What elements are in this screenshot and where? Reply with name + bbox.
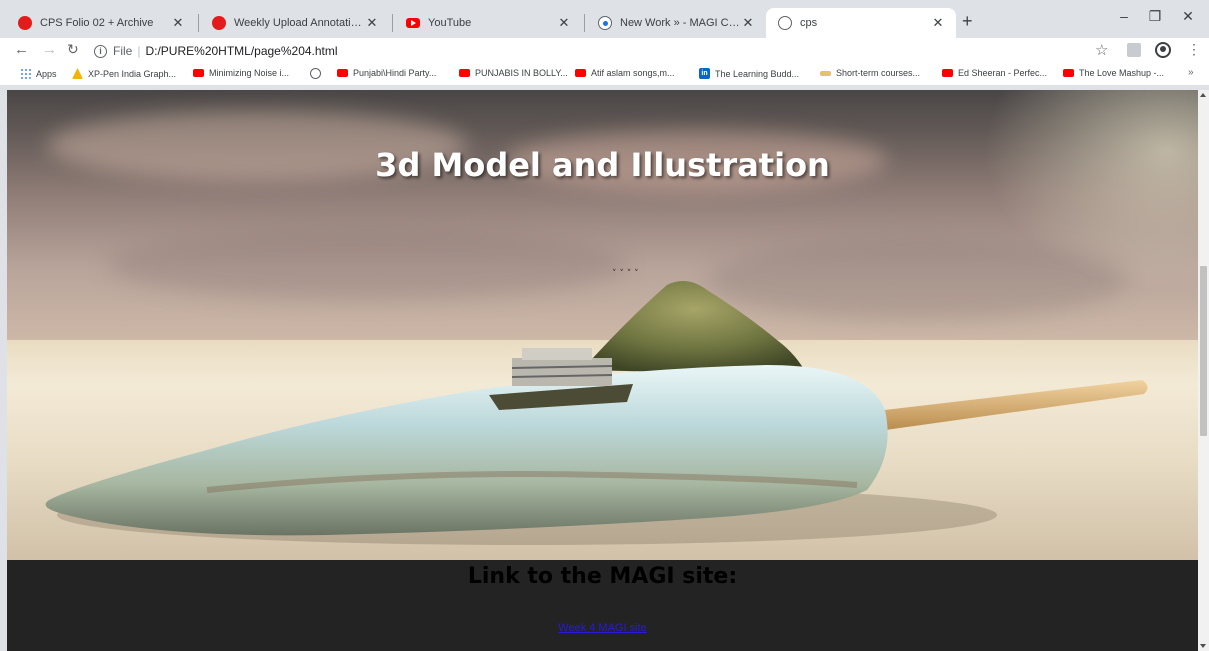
folder-icon (820, 70, 831, 76)
bookmark-label: Ed Sheeran - Perfec... (958, 68, 1048, 78)
popsicle-stick (867, 380, 1148, 432)
youtube-icon (193, 69, 204, 77)
tab-separator (392, 14, 393, 32)
minimize-icon[interactable]: – (1109, 8, 1139, 24)
url-scheme: File (113, 44, 133, 58)
profile-avatar-icon[interactable] (1155, 42, 1171, 58)
hero-title: 3d Model and Illustration (375, 146, 830, 184)
red-dot-icon (18, 16, 32, 30)
bookmark-short-term-courses[interactable]: Short-term courses... (820, 68, 920, 78)
close-icon[interactable]: ✕ (170, 15, 186, 31)
maximize-icon[interactable]: ❐ (1140, 8, 1170, 25)
tab-title: cps (800, 17, 818, 29)
globe-icon (310, 68, 321, 79)
bookmark-learning-buddy[interactable]: in The Learning Budd... (699, 68, 799, 79)
bookmark-star-icon[interactable]: ☆ (1095, 41, 1108, 59)
link-heading: Link to the MAGI site: (467, 564, 738, 589)
tab-title: CPS Folio 02 + Archive (40, 17, 154, 29)
address-bar[interactable]: i File | D:/PURE%20HTML/page%204.html (94, 40, 1094, 62)
tab-title: New Work » - MAGI CMS (620, 17, 740, 29)
bookmark-atif-aslam[interactable]: Atif aslam songs,m... (575, 68, 675, 78)
hero-illustration: ˅ ˅ ˅ ˅ 3d Model and Illustration (7, 90, 1198, 560)
window-close-icon[interactable]: ✕ (1173, 8, 1203, 25)
popsicle-body (45, 365, 888, 536)
bookmark-punjabi-hindi[interactable]: Punjabi\Hindi Party... (337, 68, 436, 78)
bookmarks-overflow-icon[interactable]: » (1188, 67, 1194, 78)
tab-youtube[interactable]: YouTube ✕ (394, 8, 582, 38)
link-section: Link to the MAGI site: Week 4 MAGI site (7, 560, 1198, 651)
youtube-icon (1063, 69, 1074, 77)
bookmark-label: XP-Pen India Graph... (88, 68, 177, 79)
tab-separator (584, 14, 585, 32)
tab-separator (198, 14, 199, 32)
scroll-up-icon[interactable] (1200, 93, 1206, 97)
bookmark-label: Punjabi\Hindi Party... (353, 68, 437, 78)
bookmark-punjabis-bolly[interactable]: PUNJABIS IN BOLLY... (459, 68, 568, 78)
tab-title: YouTube (428, 17, 472, 29)
tab-cps-folio[interactable]: CPS Folio 02 + Archive ✕ (6, 8, 196, 38)
birds: ˅ ˅ ˅ ˅ (612, 269, 639, 279)
bookmark-label: Atif aslam songs,m... (591, 68, 675, 78)
close-icon[interactable]: ✕ (364, 15, 380, 31)
linkedin-icon: in (699, 68, 710, 79)
youtube-icon (459, 69, 470, 77)
forward-icon[interactable]: → (42, 41, 57, 58)
menu-kebab-icon[interactable]: ⋮ (1187, 41, 1201, 58)
xp-pen-icon (72, 68, 83, 79)
bookmark-apps[interactable]: Apps (20, 68, 57, 79)
globe-icon (778, 16, 792, 30)
island-hill (582, 281, 807, 375)
bookmark-label: Short-term courses... (836, 68, 921, 78)
bookmark-label: The Learning Budd... (715, 68, 800, 79)
youtube-icon (406, 18, 420, 28)
tab-magi-cms[interactable]: New Work » - MAGI CMS ✕ (586, 8, 766, 38)
magi-site-link[interactable]: Week 4 MAGI site (7, 622, 1198, 634)
bookmark-label: Apps (36, 68, 57, 79)
url-text[interactable]: D:/PURE%20HTML/page%204.html (145, 44, 337, 58)
apps-icon (20, 68, 31, 79)
bookmark-label: The Love Mashup -... (1079, 68, 1165, 78)
browser-toolbar: ← → ↻ i File | D:/PURE%20HTML/page%204.h… (0, 38, 1209, 64)
back-icon[interactable]: ← (14, 41, 29, 58)
close-icon[interactable]: ✕ (740, 15, 756, 31)
youtube-icon (575, 69, 586, 77)
scrollbar-thumb[interactable] (1200, 266, 1207, 436)
bookmark-label: PUNJABIS IN BOLLY... (475, 68, 568, 78)
new-tab-button[interactable]: + (962, 11, 973, 32)
tab-title: Weekly Upload Annotation Guide (234, 17, 364, 29)
youtube-icon (337, 69, 348, 77)
tab-strip: CPS Folio 02 + Archive ✕ Weekly Upload A… (0, 0, 1209, 38)
bookmarks-bar: Apps XP-Pen India Graph... Minimizing No… (0, 64, 1209, 86)
close-icon[interactable]: ✕ (930, 15, 946, 31)
extension-icon[interactable] (1127, 43, 1141, 57)
scroll-down-icon[interactable] (1200, 644, 1206, 648)
bookmark-globe[interactable] (310, 68, 326, 79)
red-dot-icon (212, 16, 226, 30)
bookmark-love-mashup[interactable]: The Love Mashup -... (1063, 68, 1164, 78)
reload-icon[interactable]: ↻ (67, 41, 79, 58)
page-viewport: ˅ ˅ ˅ ˅ 3d Model and Illustration Link t… (7, 90, 1198, 651)
youtube-icon (942, 69, 953, 77)
ship-bridge (522, 348, 592, 360)
ship-deck (512, 358, 612, 386)
bookmark-xp-pen[interactable]: XP-Pen India Graph... (72, 68, 176, 79)
close-icon[interactable]: ✕ (556, 15, 572, 31)
bookmark-label: Minimizing Noise i... (209, 68, 290, 78)
vertical-scrollbar[interactable] (1198, 90, 1209, 651)
info-icon[interactable]: i (94, 44, 107, 58)
url-divider: | (137, 44, 141, 58)
tab-cps[interactable]: cps ✕ (766, 8, 956, 38)
bookmark-ed-sheeran[interactable]: Ed Sheeran - Perfec... (942, 68, 1047, 78)
tab-weekly-upload[interactable]: Weekly Upload Annotation Guide ✕ (200, 8, 390, 38)
magi-icon (598, 16, 612, 30)
bookmark-minimizing-noise[interactable]: Minimizing Noise i... (193, 68, 289, 78)
